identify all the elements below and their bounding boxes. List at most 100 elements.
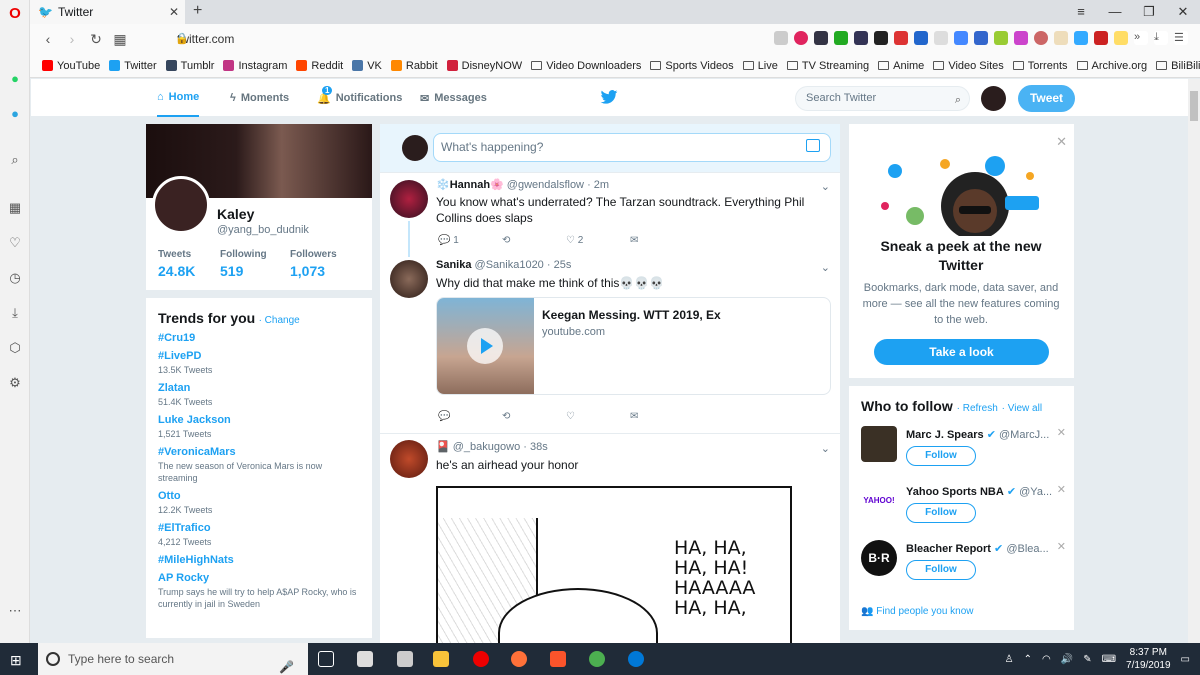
dismiss-icon[interactable]: ✕ <box>1057 483 1066 496</box>
ext-icon[interactable] <box>1034 31 1048 45</box>
stat-following[interactable]: Following 519 <box>220 249 267 279</box>
new-tab-icon[interactable]: + <box>193 2 202 20</box>
trend-item[interactable]: Zlatan 51.4K Tweets <box>158 382 360 408</box>
speed-dial-icon[interactable]: ▦ <box>7 200 23 216</box>
history-icon[interactable]: ◷ <box>7 270 23 286</box>
more-ext-icon[interactable]: » <box>1134 31 1148 45</box>
refresh-link[interactable]: · Refresh <box>957 403 998 414</box>
reply-icon[interactable]: 💬 <box>438 411 502 422</box>
nav-messages[interactable]: ✉ Messages <box>420 79 487 117</box>
download-icon[interactable]: ⤓ <box>7 305 23 321</box>
retweet-icon[interactable]: ⟲ <box>502 235 566 246</box>
bookmark-item[interactable]: BiliBili <box>1156 60 1200 72</box>
more-icon[interactable]: ⋯ <box>7 603 23 619</box>
bookmark-item[interactable]: YouTube <box>42 60 100 72</box>
stat-tweets[interactable]: Tweets 24.8K <box>158 249 195 279</box>
follow-user-name[interactable]: Bleacher Report ✔ @Blea... <box>906 542 1056 555</box>
tweet[interactable]: ❄️Hannah🌸 @gwendalsflow · 2m ⌄ You know … <box>380 173 840 257</box>
dismiss-icon[interactable]: ✕ <box>1057 540 1066 553</box>
search-input[interactable]: Search Twitter ⌕ <box>795 86 970 111</box>
profile-handle[interactable]: @yang_bo_dudnik <box>217 224 309 236</box>
compose-input[interactable]: What's happening? <box>433 133 831 162</box>
wifi-icon[interactable]: ◠ <box>1042 654 1051 665</box>
windows-start-icon[interactable]: ⊞ <box>10 652 22 669</box>
ext-icon[interactable] <box>894 31 908 45</box>
tweet-time[interactable]: · 2m <box>587 179 609 191</box>
follow-user-name[interactable]: Marc J. Spears ✔ @MarcJ... <box>906 428 1056 441</box>
tweet-avatar[interactable] <box>390 260 428 298</box>
search-icon[interactable]: ⌕ <box>955 89 961 112</box>
search-icon[interactable]: ⌕ <box>7 152 23 168</box>
microphone-icon[interactable]: 🎤 <box>279 651 294 675</box>
trend-item[interactable]: #MileHighNats <box>158 554 360 566</box>
bookmark-item[interactable]: Anime <box>878 60 924 72</box>
firefox-icon[interactable] <box>511 651 527 667</box>
scrollbar-thumb[interactable] <box>1190 91 1198 121</box>
ext-icon[interactable] <box>814 31 828 45</box>
whatsapp-icon[interactable]: ● <box>7 70 23 86</box>
trends-change-link[interactable]: · Change <box>259 315 300 326</box>
ext-icon[interactable] <box>994 31 1008 45</box>
take-a-look-button[interactable]: Take a look <box>874 339 1049 365</box>
stat-followers[interactable]: Followers 1,073 <box>290 249 337 279</box>
trend-item[interactable]: Otto 12.2K Tweets <box>158 490 360 516</box>
ext-icon[interactable] <box>834 31 848 45</box>
tweet-avatar[interactable] <box>390 440 428 478</box>
like-icon[interactable]: ♡ <box>566 411 630 422</box>
edge-icon[interactable] <box>628 651 644 667</box>
nav-home[interactable]: ⌂ Home <box>157 79 200 117</box>
ext-icon[interactable] <box>854 31 868 45</box>
download-icon[interactable]: ⤓ <box>1154 31 1168 45</box>
notifications-icon[interactable]: ▭ <box>1181 654 1190 665</box>
follow-button[interactable]: Follow <box>906 503 976 523</box>
ext-icon[interactable] <box>1114 31 1128 45</box>
tweet-time[interactable]: · 38s <box>523 441 547 453</box>
ext-icon[interactable] <box>974 31 988 45</box>
twitter-logo-icon[interactable] <box>600 90 618 104</box>
keyboard-icon[interactable]: ⌨ <box>1102 654 1116 665</box>
message-icon[interactable]: ✉ <box>630 235 694 246</box>
store-icon[interactable] <box>357 651 373 667</box>
close-icon[interactable]: ✕ <box>1056 134 1067 150</box>
avatar[interactable] <box>402 135 428 161</box>
tweet-author-name[interactable]: 🎴 <box>436 441 450 453</box>
bookmark-item[interactable]: Sports Videos <box>650 60 734 72</box>
bookmark-item[interactable]: Rabbit <box>390 60 438 72</box>
view-all-link[interactable]: · View all <box>1002 403 1042 414</box>
avatar[interactable]: B·R <box>861 540 897 576</box>
ext-icon[interactable] <box>1014 31 1028 45</box>
ext-icon[interactable] <box>1054 31 1068 45</box>
volume-icon[interactable]: 🔊 <box>1061 654 1073 665</box>
easy-setup-icon[interactable]: ≡ <box>1064 0 1098 24</box>
minimize-icon[interactable]: — <box>1098 0 1132 24</box>
close-window-icon[interactable]: ✕ <box>1166 0 1200 24</box>
close-tab-icon[interactable]: ✕ <box>169 5 179 19</box>
menu-icon[interactable]: ☰ <box>1174 31 1188 45</box>
tweet-button[interactable]: Tweet <box>1018 85 1075 112</box>
profile-avatar[interactable] <box>152 176 210 234</box>
camera-icon[interactable] <box>774 31 788 45</box>
bookmark-item[interactable]: DisneyNOW <box>446 60 522 72</box>
bookmark-item[interactable]: Torrents <box>1012 60 1068 72</box>
tabs-grid-icon[interactable]: ▦ <box>108 31 132 48</box>
chevron-down-icon[interactable]: ⌄ <box>821 180 830 193</box>
play-icon[interactable] <box>467 328 503 364</box>
tweet-avatar[interactable] <box>390 180 428 218</box>
avatar[interactable] <box>861 426 897 462</box>
chevron-up-icon[interactable]: ⌃ <box>1024 654 1032 665</box>
find-people-link[interactable]: 👥 Find people you know <box>861 606 974 617</box>
video-thumbnail[interactable] <box>437 298 534 394</box>
nav-notifications[interactable]: 🔔 1 Notifications <box>317 79 402 117</box>
tweet-handle[interactable]: @gwendalsflow <box>507 179 584 191</box>
restore-icon[interactable]: ❐ <box>1132 0 1166 24</box>
ext-icon[interactable] <box>954 31 968 45</box>
trend-item[interactable]: AP Rocky Trump says he will try to help A… <box>158 572 360 610</box>
bookmark-item[interactable]: Video Sites <box>933 60 1004 72</box>
scrollbar[interactable] <box>1188 79 1200 643</box>
telegram-icon[interactable]: ● <box>7 105 23 121</box>
back-icon[interactable]: ‹ <box>36 31 60 47</box>
brave-icon[interactable] <box>550 651 566 667</box>
bookmark-item[interactable]: Instagram <box>223 60 287 72</box>
pen-icon[interactable]: ✎ <box>1083 654 1091 665</box>
retweet-icon[interactable]: ⟲ <box>502 411 566 422</box>
